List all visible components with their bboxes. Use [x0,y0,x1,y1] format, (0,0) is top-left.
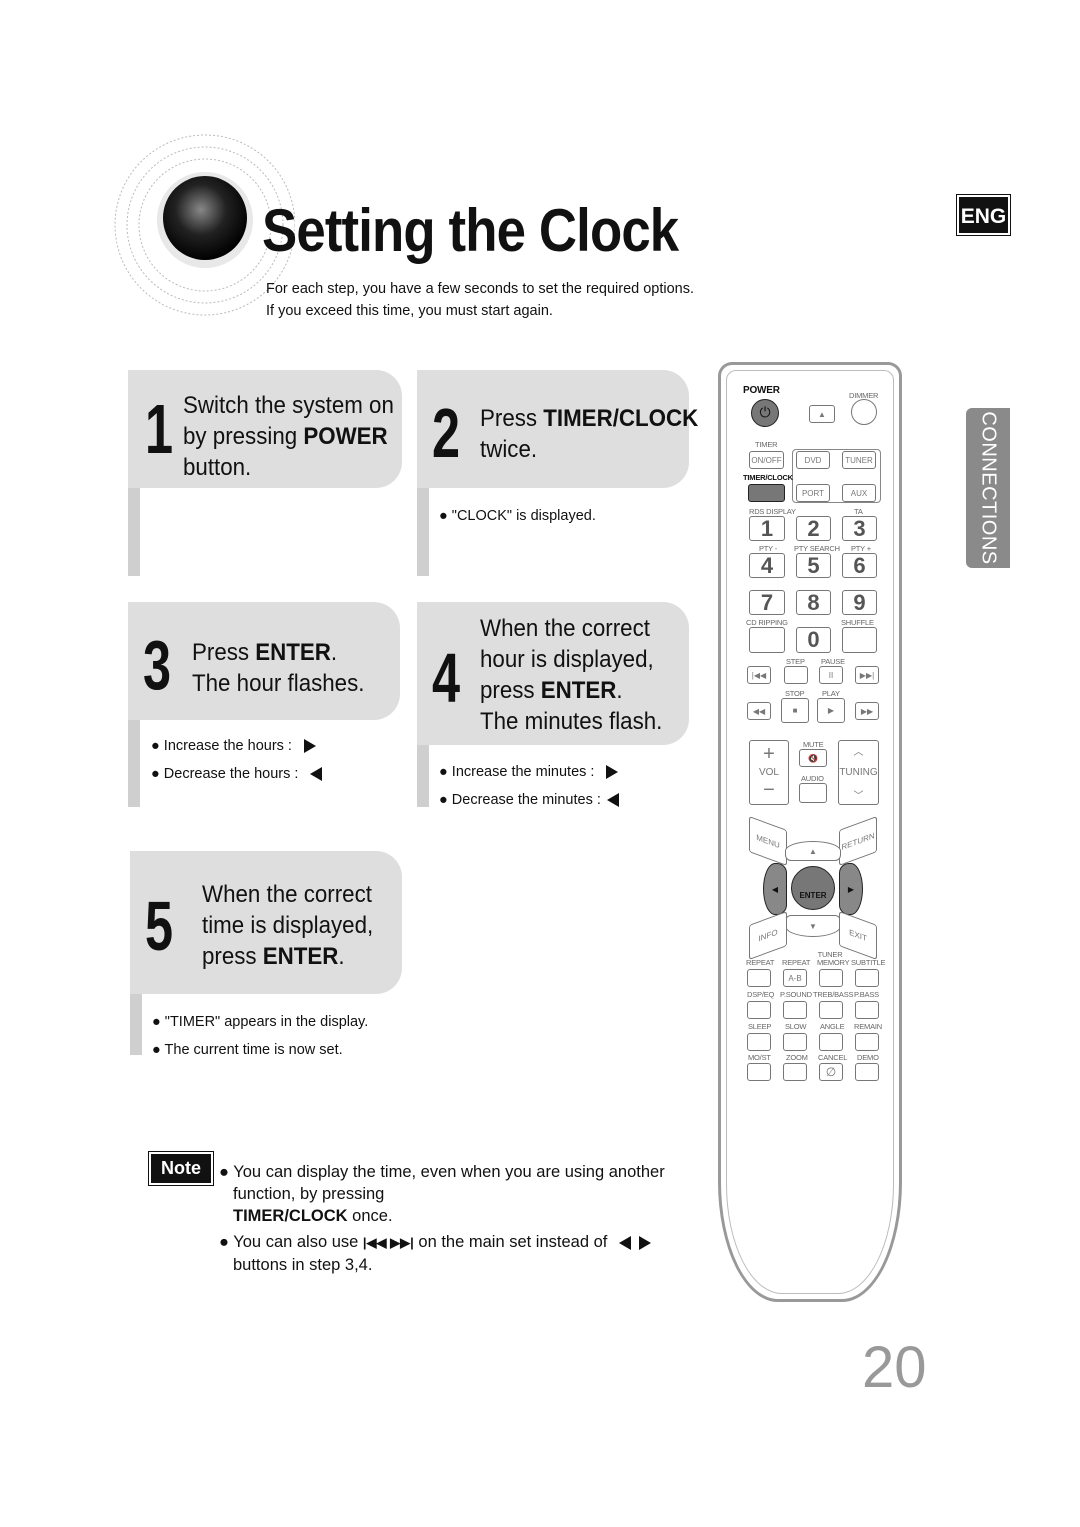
bullet: ● Decrease the minutes : [439,792,619,808]
step-text: When the correct hour is displayed, pres… [480,615,663,735]
enter-button: ENTER [791,866,835,910]
step-number: 3 [143,626,172,704]
volume-rocker: + VOL − [749,740,789,805]
page-title: Setting the Clock [262,197,679,264]
right-arrow-icon: ▶ [839,863,863,915]
subtitle-line: For each step, you have a few seconds to… [266,281,695,297]
stop-icon: ■ [781,698,809,723]
play-icon: ▶ [817,698,845,723]
fast-forward-icon: ▶▶ [855,702,879,720]
step-number: 1 [145,390,174,468]
mute-icon: 🔇 [799,749,827,767]
note-badge: Note [148,1151,214,1186]
left-arrow-icon [310,767,323,782]
subtitle-line: If you exceed this time, you must start … [266,303,553,319]
step-number: 5 [145,887,174,965]
left-arrow-icon [606,793,619,808]
skip-icons: |◀◀ ▶▶| [362,1235,414,1250]
next-icon: ▶▶| [855,666,879,684]
left-arrow-icon [619,1235,632,1250]
left-arrow-icon: ◀ [763,863,787,915]
tuning-rocker: ︿ TUNING ﹀ [838,740,879,805]
rewind-icon: ◀◀ [747,702,771,720]
right-arrow-icon [639,1235,652,1250]
language-badge: ENG [956,194,1011,236]
step-text: Press TIMER/CLOCK twice. [480,405,699,463]
down-arrow-icon: ▼ [785,915,841,937]
bullet: ● Decrease the hours : [151,766,323,782]
remote-control-illustration: POWER ⏻ ▲ DIMMER TIMER ON/OFF DVD TUNER … [718,362,902,1302]
step-number: 4 [432,639,461,717]
bullet: ● Increase the minutes : [439,764,619,780]
timer-clock-button [748,484,785,502]
up-arrow-icon: ▲ [785,841,841,861]
step-text: Switch the system on by pressing POWER b… [183,392,394,481]
bullet: ● Increase the hours : [151,738,316,754]
previous-icon: |◀◀ [747,666,771,684]
pause-icon: II [819,666,843,684]
step-text: When the correct time is displayed, pres… [202,881,374,970]
step-text: Press ENTER. The hour flashes. [192,639,365,697]
power-icon: ⏻ [751,399,779,427]
right-arrow-icon [303,739,316,754]
page-number: 20 [862,1335,927,1400]
section-tab: CONNECTIONS [966,408,1010,568]
right-arrow-icon [606,765,619,780]
eject-icon: ▲ [809,405,835,423]
note-item: ● You can also use |◀◀ ▶▶| on the main s… [219,1231,652,1276]
note-item: ● You can display the time, even when yo… [219,1163,665,1225]
cancel-icon: ∅ [819,1063,843,1081]
bullet: ● "TIMER" appears in the display. [152,1014,369,1030]
step-number: 2 [432,394,461,472]
bullet: ● The current time is now set. [152,1042,343,1058]
bullet: ● "CLOCK" is displayed. [439,508,596,524]
